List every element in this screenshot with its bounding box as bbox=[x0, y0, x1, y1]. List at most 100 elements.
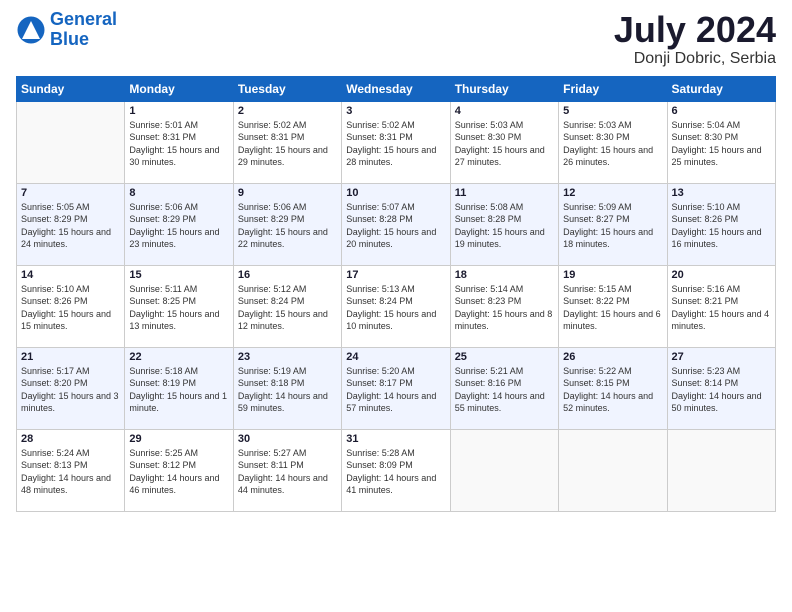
cell-info: Sunrise: 5:18 AMSunset: 8:19 PMDaylight:… bbox=[129, 365, 228, 415]
cell-date: 26 bbox=[563, 351, 662, 363]
page: General Blue July 2024 Donji Dobric, Ser… bbox=[0, 0, 792, 612]
cell-info: Sunrise: 5:03 AMSunset: 8:30 PMDaylight:… bbox=[563, 119, 662, 169]
cell-date: 11 bbox=[455, 187, 554, 199]
cell-info: Sunrise: 5:13 AMSunset: 8:24 PMDaylight:… bbox=[346, 283, 445, 333]
cell-info: Sunrise: 5:20 AMSunset: 8:17 PMDaylight:… bbox=[346, 365, 445, 415]
cell-info: Sunrise: 5:10 AMSunset: 8:26 PMDaylight:… bbox=[21, 283, 120, 333]
table-row: 4 Sunrise: 5:03 AMSunset: 8:30 PMDaylight… bbox=[450, 101, 558, 183]
cell-date: 15 bbox=[129, 269, 228, 281]
calendar-week-row: 28Sunrise: 5:24 AMSunset: 8:13 PMDayligh… bbox=[17, 429, 776, 511]
cell-date: 6 bbox=[672, 105, 771, 117]
table-row: 15 Sunrise: 5:11 AMSunset: 8:25 PMDayligh… bbox=[125, 265, 233, 347]
cell-date: 2 bbox=[238, 105, 337, 117]
cell-date: 4 bbox=[455, 105, 554, 117]
logo: General Blue bbox=[16, 10, 117, 50]
header: General Blue July 2024 Donji Dobric, Ser… bbox=[16, 10, 776, 68]
cell-date: 31 bbox=[346, 433, 445, 445]
cell-info: Sunrise: 5:02 AMSunset: 8:31 PMDaylight:… bbox=[346, 119, 445, 169]
title-block: July 2024 Donji Dobric, Serbia bbox=[614, 10, 776, 68]
table-row: 3 Sunrise: 5:02 AMSunset: 8:31 PMDaylight… bbox=[342, 101, 450, 183]
cell-info: Sunrise: 5:01 AMSunset: 8:31 PMDaylight:… bbox=[129, 119, 228, 169]
cell-date: 21 bbox=[21, 351, 120, 363]
calendar-week-row: 7 Sunrise: 5:05 AMSunset: 8:29 PMDaylight… bbox=[17, 183, 776, 265]
cell-date: 30 bbox=[238, 433, 337, 445]
cell-info: Sunrise: 5:05 AMSunset: 8:29 PMDaylight:… bbox=[21, 201, 120, 251]
cell-date: 22 bbox=[129, 351, 228, 363]
cell-date: 20 bbox=[672, 269, 771, 281]
cell-info: Sunrise: 5:28 AMSunset: 8:09 PMDaylight:… bbox=[346, 447, 445, 497]
cell-info: Sunrise: 5:19 AMSunset: 8:18 PMDaylight:… bbox=[238, 365, 337, 415]
calendar-week-row: 1 Sunrise: 5:01 AMSunset: 8:31 PMDaylight… bbox=[17, 101, 776, 183]
cell-date: 23 bbox=[238, 351, 337, 363]
col-friday: Friday bbox=[559, 76, 667, 101]
table-row: 31 Sunrise: 5:28 AMSunset: 8:09 PMDayligh… bbox=[342, 429, 450, 511]
cell-date: 13 bbox=[672, 187, 771, 199]
table-row: 1 Sunrise: 5:01 AMSunset: 8:31 PMDaylight… bbox=[125, 101, 233, 183]
cell-date: 17 bbox=[346, 269, 445, 281]
table-row bbox=[450, 429, 558, 511]
cell-info: Sunrise: 5:09 AMSunset: 8:27 PMDaylight:… bbox=[563, 201, 662, 251]
col-thursday: Thursday bbox=[450, 76, 558, 101]
col-sunday: Sunday bbox=[17, 76, 125, 101]
cell-info: Sunrise: 5:04 AMSunset: 8:30 PMDaylight:… bbox=[672, 119, 771, 169]
cell-date: 7 bbox=[21, 187, 120, 199]
table-row bbox=[559, 429, 667, 511]
table-row: 24Sunrise: 5:20 AMSunset: 8:17 PMDayligh… bbox=[342, 347, 450, 429]
cell-date: 1 bbox=[129, 105, 228, 117]
calendar-header-row: Sunday Monday Tuesday Wednesday Thursday… bbox=[17, 76, 776, 101]
cell-info: Sunrise: 5:23 AMSunset: 8:14 PMDaylight:… bbox=[672, 365, 771, 415]
cell-info: Sunrise: 5:24 AMSunset: 8:13 PMDaylight:… bbox=[21, 447, 120, 497]
cell-date: 12 bbox=[563, 187, 662, 199]
table-row: 12 Sunrise: 5:09 AMSunset: 8:27 PMDayligh… bbox=[559, 183, 667, 265]
cell-info: Sunrise: 5:17 AMSunset: 8:20 PMDaylight:… bbox=[21, 365, 120, 415]
table-row: 7 Sunrise: 5:05 AMSunset: 8:29 PMDaylight… bbox=[17, 183, 125, 265]
subtitle: Donji Dobric, Serbia bbox=[614, 50, 776, 68]
main-title: July 2024 bbox=[614, 10, 776, 50]
cell-info: Sunrise: 5:10 AMSunset: 8:26 PMDaylight:… bbox=[672, 201, 771, 251]
table-row bbox=[17, 101, 125, 183]
table-row: 27 Sunrise: 5:23 AMSunset: 8:14 PMDayligh… bbox=[667, 347, 775, 429]
cell-date: 3 bbox=[346, 105, 445, 117]
table-row: 28Sunrise: 5:24 AMSunset: 8:13 PMDayligh… bbox=[17, 429, 125, 511]
cell-date: 10 bbox=[346, 187, 445, 199]
cell-info: Sunrise: 5:03 AMSunset: 8:30 PMDaylight:… bbox=[455, 119, 554, 169]
cell-info: Sunrise: 5:06 AMSunset: 8:29 PMDaylight:… bbox=[238, 201, 337, 251]
cell-info: Sunrise: 5:25 AMSunset: 8:12 PMDaylight:… bbox=[129, 447, 228, 497]
table-row: 25Sunrise: 5:21 AMSunset: 8:16 PMDayligh… bbox=[450, 347, 558, 429]
cell-info: Sunrise: 5:02 AMSunset: 8:31 PMDaylight:… bbox=[238, 119, 337, 169]
calendar-week-row: 14 Sunrise: 5:10 AMSunset: 8:26 PMDayligh… bbox=[17, 265, 776, 347]
col-tuesday: Tuesday bbox=[233, 76, 341, 101]
cell-info: Sunrise: 5:12 AMSunset: 8:24 PMDaylight:… bbox=[238, 283, 337, 333]
logo-text: General Blue bbox=[50, 10, 117, 50]
cell-date: 29 bbox=[129, 433, 228, 445]
cell-info: Sunrise: 5:16 AMSunset: 8:21 PMDaylight:… bbox=[672, 283, 771, 333]
cell-info: Sunrise: 5:15 AMSunset: 8:22 PMDaylight:… bbox=[563, 283, 662, 333]
table-row: 20 Sunrise: 5:16 AMSunset: 8:21 PMDayligh… bbox=[667, 265, 775, 347]
table-row: 5 Sunrise: 5:03 AMSunset: 8:30 PMDaylight… bbox=[559, 101, 667, 183]
cell-date: 16 bbox=[238, 269, 337, 281]
table-row: 22 Sunrise: 5:18 AMSunset: 8:19 PMDayligh… bbox=[125, 347, 233, 429]
table-row: 10Sunrise: 5:07 AMSunset: 8:28 PMDayligh… bbox=[342, 183, 450, 265]
col-saturday: Saturday bbox=[667, 76, 775, 101]
cell-date: 19 bbox=[563, 269, 662, 281]
cell-date: 14 bbox=[21, 269, 120, 281]
table-row: 13 Sunrise: 5:10 AMSunset: 8:26 PMDayligh… bbox=[667, 183, 775, 265]
cell-info: Sunrise: 5:14 AMSunset: 8:23 PMDaylight:… bbox=[455, 283, 554, 333]
table-row: 11 Sunrise: 5:08 AMSunset: 8:28 PMDayligh… bbox=[450, 183, 558, 265]
table-row: 29 Sunrise: 5:25 AMSunset: 8:12 PMDayligh… bbox=[125, 429, 233, 511]
cell-info: Sunrise: 5:08 AMSunset: 8:28 PMDaylight:… bbox=[455, 201, 554, 251]
cell-info: Sunrise: 5:11 AMSunset: 8:25 PMDaylight:… bbox=[129, 283, 228, 333]
cell-date: 5 bbox=[563, 105, 662, 117]
table-row: 30Sunrise: 5:27 AMSunset: 8:11 PMDayligh… bbox=[233, 429, 341, 511]
table-row: 23 Sunrise: 5:19 AMSunset: 8:18 PMDayligh… bbox=[233, 347, 341, 429]
table-row: 2 Sunrise: 5:02 AMSunset: 8:31 PMDaylight… bbox=[233, 101, 341, 183]
cell-info: Sunrise: 5:21 AMSunset: 8:16 PMDaylight:… bbox=[455, 365, 554, 415]
cell-date: 27 bbox=[672, 351, 771, 363]
cell-info: Sunrise: 5:22 AMSunset: 8:15 PMDaylight:… bbox=[563, 365, 662, 415]
logo-icon bbox=[16, 15, 46, 45]
table-row: 14 Sunrise: 5:10 AMSunset: 8:26 PMDayligh… bbox=[17, 265, 125, 347]
table-row: 18Sunrise: 5:14 AMSunset: 8:23 PMDayligh… bbox=[450, 265, 558, 347]
calendar-week-row: 21 Sunrise: 5:17 AMSunset: 8:20 PMDayligh… bbox=[17, 347, 776, 429]
col-monday: Monday bbox=[125, 76, 233, 101]
col-wednesday: Wednesday bbox=[342, 76, 450, 101]
